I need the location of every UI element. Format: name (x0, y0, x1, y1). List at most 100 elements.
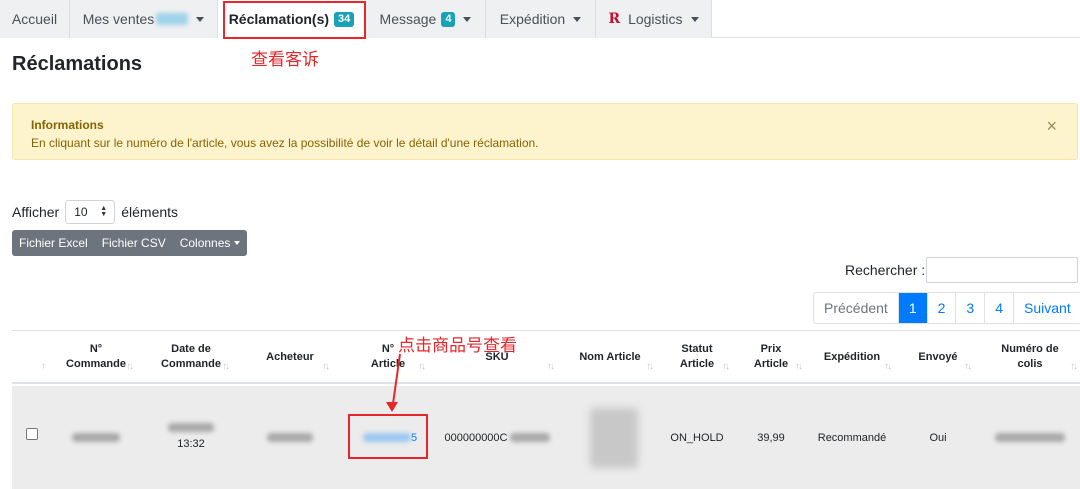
length-suffix: éléments (121, 204, 179, 220)
cell-nom-article (572, 386, 656, 489)
tab-mes-ventes[interactable]: Mes ventes (70, 0, 218, 38)
tab-label: Expédition (499, 11, 566, 27)
price-value: 39,99 (757, 431, 785, 444)
chevron-down-icon (573, 16, 582, 22)
header-line: N° (89, 343, 103, 355)
redacted-value (995, 433, 1065, 442)
sort-icon: ↑↓ (126, 361, 134, 372)
annotation-view-claims: 查看客诉 (251, 50, 319, 70)
cell-colis (980, 386, 1080, 489)
page-2-button[interactable]: 2 (928, 293, 957, 323)
sort-icon: ↑↓ (795, 361, 803, 372)
button-label: Fichier CSV (101, 236, 166, 250)
table-row: 13:32 5 000000000C ON_HOLD 39,99 Recomma… (12, 386, 1080, 489)
page-length-select[interactable]: 10 ▲ ▼ (65, 200, 116, 224)
header-line: Commande (66, 358, 126, 370)
search-input[interactable] (926, 257, 1078, 283)
length-value: 10 (74, 205, 88, 219)
tab-label: Message (379, 11, 437, 27)
length-prefix: Afficher (12, 204, 60, 220)
header-statut[interactable]: Statut Article ↑↓ (662, 331, 732, 383)
alert-title: Informations (31, 118, 104, 132)
redacted-chip (156, 13, 189, 25)
header-acheteur[interactable]: Acheteur ↑↓ (248, 331, 332, 383)
header-line: Statut (681, 343, 713, 355)
cell-date: 13:32 (150, 386, 232, 489)
sort-icon: ↑ (41, 361, 46, 372)
info-alert: Informations En cliquant sur le numéro d… (12, 103, 1078, 160)
header-prix[interactable]: Prix Article ↑↓ (737, 331, 805, 383)
close-icon[interactable]: × (1046, 116, 1057, 137)
top-tabs: Accueil Mes ventes Réclamation(s) 34 Mes… (0, 0, 1080, 38)
row-checkbox-cell (26, 382, 38, 485)
sort-icon: ↑↓ (418, 361, 426, 372)
tab-label: Accueil (11, 11, 58, 27)
sort-icon: ↑↓ (964, 361, 972, 372)
cell-envoye: Oui (902, 386, 974, 489)
header-expedition[interactable]: Expédition ↑↓ (810, 331, 894, 383)
annotation-highlight-article (348, 414, 428, 459)
header-date[interactable]: Date de Commande ↑↓ (150, 331, 232, 383)
header-colis[interactable]: Numéro de colis ↑↓ (980, 331, 1080, 383)
tab-message[interactable]: Message 4 (366, 0, 486, 38)
prev-page-button[interactable]: Précédent (814, 293, 899, 323)
header-line: Article (679, 358, 715, 370)
row-checkbox[interactable] (26, 427, 38, 440)
product-image (590, 407, 638, 468)
page-3-button[interactable]: 3 (956, 293, 986, 323)
select-column-header[interactable]: ↑ (26, 331, 52, 383)
sort-icon: ↑↓ (322, 361, 330, 372)
header-line: Envoyé (918, 350, 958, 363)
chevron-down-icon (463, 16, 472, 22)
header-nom-article[interactable]: Nom Article ↑↓ (564, 331, 656, 383)
cell-sku: 000000000C (437, 386, 557, 489)
header-envoye[interactable]: Envoyé ↑↓ (902, 331, 974, 383)
redacted-value (267, 433, 313, 442)
sort-icon: ↑↓ (646, 361, 654, 372)
tab-label: Logistics (628, 11, 683, 27)
sku-value: 000000000C (444, 431, 508, 444)
tab-logistics[interactable]: R Logistics (596, 0, 712, 38)
shipping-value: Recommandé (817, 431, 887, 444)
header-line: Acheteur (266, 350, 314, 363)
sort-icon: ↑↓ (722, 361, 730, 372)
annotation-arrow-head (386, 402, 398, 412)
button-label: Colonnes (179, 236, 231, 250)
alert-text: En cliquant sur le numéro de l'article, … (31, 136, 539, 150)
chevron-down-icon (196, 16, 205, 22)
cell-commande (56, 386, 136, 489)
header-line: colis (1017, 358, 1043, 370)
chevron-down-icon (234, 241, 241, 245)
annotation-click-item: 点击商品号查看 (398, 336, 517, 356)
logistics-logo: R (608, 11, 621, 27)
header-line: Prix (760, 343, 782, 355)
page-title: Réclamations (12, 53, 143, 75)
page-4-button[interactable]: 4 (985, 293, 1015, 323)
sort-icon: ↑↓ (222, 361, 230, 372)
page-1-button[interactable]: 1 (898, 293, 928, 323)
header-line: Commande (161, 358, 221, 370)
pagination: Précédent 1 2 3 4 Suivant (813, 292, 1080, 324)
tab-accueil[interactable]: Accueil (0, 0, 70, 38)
sent-value: Oui (929, 431, 947, 444)
next-page-button[interactable]: Suivant (1014, 293, 1080, 323)
annotation-highlight-tab (223, 1, 366, 39)
header-line: N° (381, 343, 395, 355)
sort-icon: ↑↓ (1070, 361, 1078, 372)
header-commande[interactable]: N° Commande ↑↓ (56, 331, 136, 383)
export-button-group: Fichier Excel Fichier CSV Colonnes (12, 230, 248, 256)
updown-icon: ▲ ▼ (100, 205, 108, 218)
csv-button[interactable]: Fichier CSV (95, 230, 173, 256)
header-line: Article (753, 358, 789, 370)
table-header: ↑ N° Commande ↑↓ Date de Commande ↑↓ Acheteu… (12, 330, 1080, 384)
excel-button[interactable]: Fichier Excel (12, 230, 95, 256)
columns-button[interactable]: Colonnes (173, 230, 248, 256)
count-badge: 4 (441, 11, 456, 27)
header-line: Numéro de (1001, 343, 1059, 355)
chevron-down-icon (690, 16, 699, 22)
button-label: Fichier Excel (19, 236, 88, 250)
cell-acheteur (248, 386, 332, 489)
header-line: Nom Article (579, 350, 641, 363)
tab-expedition[interactable]: Expédition (486, 0, 596, 38)
sort-icon: ↑↓ (547, 361, 555, 372)
